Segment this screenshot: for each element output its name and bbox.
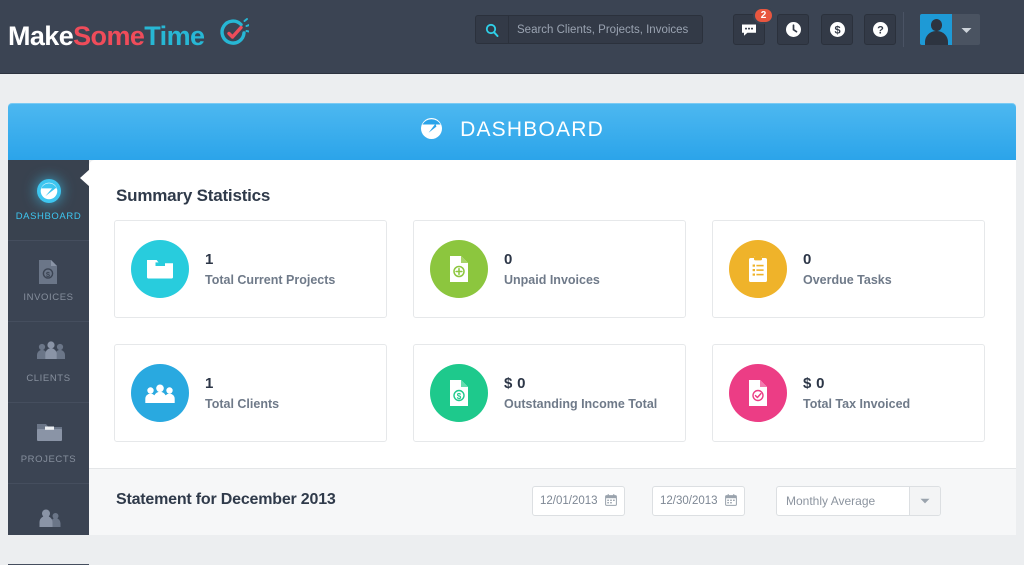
calendar-icon[interactable] bbox=[605, 493, 617, 509]
invoice-document-icon: $ bbox=[36, 259, 62, 285]
time-tracking-button[interactable] bbox=[777, 14, 809, 45]
stat-card-outstanding-income-total[interactable]: $ $ 0 Outstanding Income Total bbox=[413, 344, 686, 442]
folder-icon bbox=[131, 240, 189, 298]
summary-cards: 1 Total Current Projects 0 Unpaid Invoic… bbox=[114, 220, 986, 442]
document-dollar-icon: $ bbox=[430, 364, 488, 422]
speedometer-icon bbox=[420, 118, 450, 145]
avatar-head-shape bbox=[931, 19, 942, 31]
period-select[interactable]: Monthly Average bbox=[776, 486, 941, 516]
chevron-down-icon bbox=[961, 21, 972, 39]
global-search[interactable] bbox=[475, 15, 703, 44]
summary-statistics-title: Summary Statistics bbox=[116, 186, 271, 205]
page-title: DASHBOARD bbox=[420, 117, 604, 146]
svg-text:$: $ bbox=[834, 25, 840, 37]
team-icon bbox=[36, 508, 62, 534]
stat-card-unpaid-invoices[interactable]: 0 Unpaid Invoices bbox=[413, 220, 686, 318]
stat-label: Outstanding Income Total bbox=[504, 396, 658, 411]
toolbar-divider bbox=[903, 12, 904, 47]
stat-card-total-clients[interactable]: 1 Total Clients bbox=[114, 344, 387, 442]
date-from-value: 12/01/2013 bbox=[540, 495, 598, 507]
clients-group-icon bbox=[131, 364, 189, 422]
stat-value: 0 bbox=[504, 250, 513, 268]
statement-title: Statement for December 2013 bbox=[116, 491, 336, 508]
help-button[interactable]: ? bbox=[864, 14, 896, 45]
billing-button[interactable]: $ bbox=[821, 14, 853, 45]
stat-value: 0 bbox=[803, 250, 812, 268]
sidebar-item-dashboard[interactable]: DASHBOARD bbox=[8, 160, 89, 241]
stat-label: Total Current Projects bbox=[205, 272, 336, 287]
page-container: DASHBOARD DASHBOARD $ INVOICES CLIENTS P… bbox=[8, 103, 1016, 565]
date-from-input[interactable]: 12/01/2013 bbox=[532, 486, 625, 516]
logo-text-time: Time bbox=[144, 21, 205, 51]
speedometer-icon bbox=[36, 178, 62, 204]
sidebar-item-label: DASHBOARD bbox=[15, 211, 82, 222]
statement-section: Statement for December 2013 12/01/2013 1… bbox=[89, 468, 1016, 535]
sidebar-item-label: CLIENTS bbox=[26, 373, 71, 384]
calendar-icon[interactable] bbox=[725, 493, 737, 509]
svg-text:$: $ bbox=[457, 392, 462, 401]
sidebar-item-label: PROJECTS bbox=[20, 454, 77, 465]
stat-card-overdue-tasks[interactable]: 0 Overdue Tasks bbox=[712, 220, 985, 318]
svg-text:?: ? bbox=[877, 25, 884, 37]
page-body: DASHBOARD $ INVOICES CLIENTS PROJECTS Su… bbox=[8, 160, 1016, 565]
page-title-text: DASHBOARD bbox=[460, 118, 604, 141]
stat-label: Total Tax Invoiced bbox=[803, 396, 911, 411]
app-logo[interactable]: MakeSomeTime bbox=[8, 17, 251, 52]
document-plus-icon bbox=[430, 240, 488, 298]
search-input[interactable] bbox=[509, 16, 702, 43]
top-navigation-bar: MakeSomeTime Search Clients, Projects, I… bbox=[0, 0, 1024, 74]
stat-label: Overdue Tasks bbox=[803, 272, 892, 287]
account-menu-button[interactable] bbox=[952, 14, 980, 45]
folder-icon bbox=[36, 421, 62, 447]
date-to-input[interactable]: 12/30/2013 bbox=[652, 486, 745, 516]
chevron-down-icon[interactable] bbox=[909, 487, 940, 515]
sidebar-item-team[interactable] bbox=[8, 484, 89, 565]
stat-card-total-tax-invoiced[interactable]: $ 0 Total Tax Invoiced bbox=[712, 344, 985, 442]
stat-label: Unpaid Invoices bbox=[504, 272, 600, 287]
page-header: DASHBOARD bbox=[8, 103, 1016, 160]
stat-card-total-current-projects[interactable]: 1 Total Current Projects bbox=[114, 220, 387, 318]
sidebar-item-projects[interactable]: PROJECTS bbox=[8, 403, 89, 484]
clipboard-list-icon bbox=[729, 240, 787, 298]
sidebar-item-clients[interactable]: CLIENTS bbox=[8, 322, 89, 403]
search-icon bbox=[476, 16, 509, 43]
document-check-icon bbox=[729, 364, 787, 422]
logo-text-some: Some bbox=[73, 21, 145, 51]
stat-value: 1 bbox=[205, 250, 214, 268]
stat-label: Total Clients bbox=[205, 396, 280, 411]
main-content: Summary Statistics 1 Total Current Proje… bbox=[80, 160, 1016, 535]
messages-button[interactable]: 2 bbox=[733, 7, 774, 45]
stat-value: 1 bbox=[205, 374, 214, 392]
sidebar-item-invoices[interactable]: $ INVOICES bbox=[8, 241, 89, 322]
date-to-value: 12/30/2013 bbox=[660, 495, 718, 507]
clock-check-icon bbox=[217, 17, 251, 49]
stat-value: $ 0 bbox=[504, 374, 526, 392]
logo-text-make: Make bbox=[8, 21, 74, 51]
messages-badge: 2 bbox=[753, 7, 774, 24]
stat-value: $ 0 bbox=[803, 374, 825, 392]
sidebar-item-label: INVOICES bbox=[23, 292, 74, 303]
avatar-body-shape bbox=[925, 31, 948, 45]
sidebar: DASHBOARD $ INVOICES CLIENTS PROJECTS bbox=[8, 160, 89, 565]
period-select-value: Monthly Average bbox=[786, 494, 876, 508]
clients-group-icon bbox=[36, 340, 65, 366]
avatar[interactable] bbox=[920, 14, 952, 45]
